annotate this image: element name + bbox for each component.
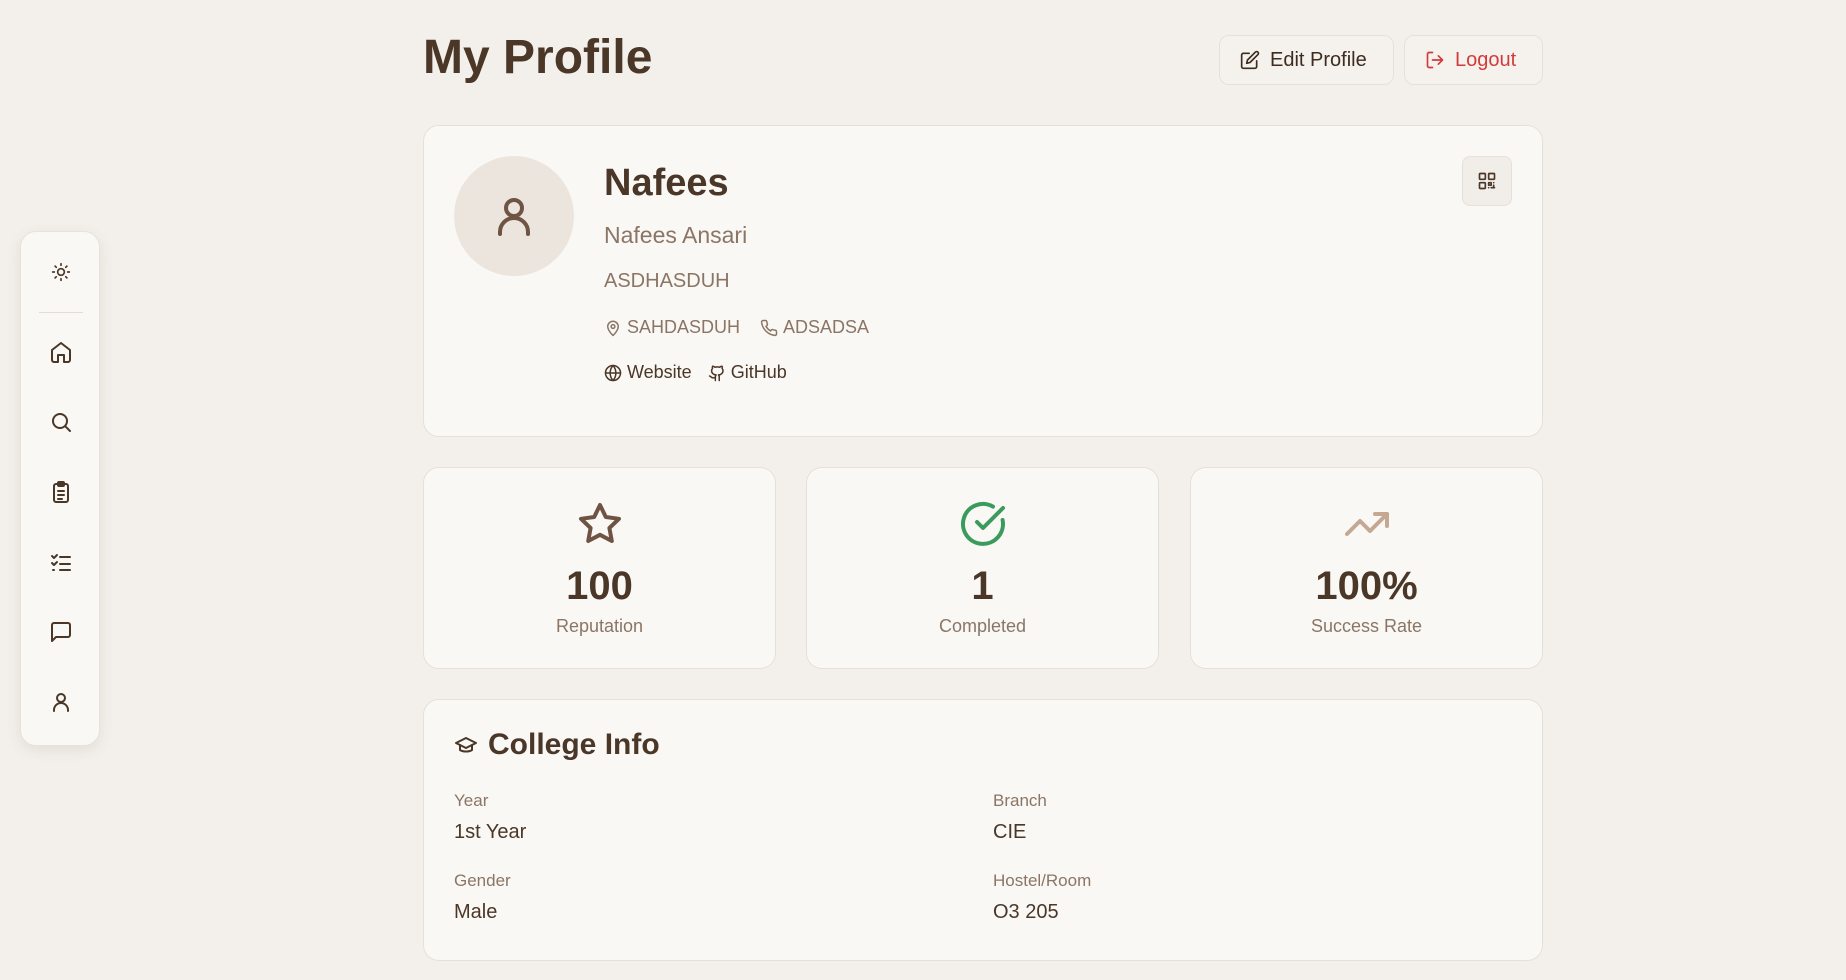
map-pin-icon bbox=[607, 320, 619, 336]
profile-links: Website GitHub bbox=[604, 362, 787, 383]
page-title: My Profile bbox=[423, 31, 653, 84]
college-info-card: College Info Year 1st Year Branch CIE Ge… bbox=[423, 699, 1543, 961]
profile-full-name: Nafees Ansari bbox=[604, 222, 748, 248]
sidebar-divider bbox=[39, 312, 83, 313]
year-value: 1st Year bbox=[454, 821, 527, 843]
sidebar bbox=[20, 231, 100, 746]
hostel-label: Hostel/Room bbox=[993, 871, 1092, 890]
github-label: GitHub bbox=[730, 362, 787, 382]
profile-meta: SAHDASDUH ADSADSA bbox=[604, 317, 869, 338]
edit-profile-label: Edit Profile bbox=[1270, 48, 1367, 71]
stat-value: 100 bbox=[566, 564, 633, 608]
message-icon bbox=[51, 622, 71, 642]
stat-card-reputation: 100 Reputation bbox=[423, 467, 776, 669]
qr-code-icon bbox=[1478, 172, 1496, 190]
profile-phone: ADSADSA bbox=[760, 317, 869, 338]
profile-name: Nafees bbox=[604, 162, 729, 204]
phone-icon bbox=[760, 319, 778, 336]
stat-label: Completed bbox=[938, 616, 1027, 636]
year-field: Year 1st Year bbox=[454, 791, 526, 844]
edit-icon bbox=[1240, 50, 1260, 70]
sidebar-item-home[interactable] bbox=[39, 330, 83, 374]
gender-field: Gender Male bbox=[454, 871, 511, 924]
github-link[interactable]: GitHub bbox=[708, 362, 787, 383]
check-circle-icon bbox=[960, 501, 1005, 546]
hostel-value: O3 205 bbox=[993, 901, 1059, 923]
stat-card-success-rate: 100% Success Rate bbox=[1190, 467, 1543, 669]
branch-field: Branch CIE bbox=[993, 791, 1047, 844]
sidebar-item-search[interactable] bbox=[39, 400, 83, 444]
sidebar-item-messages[interactable] bbox=[39, 610, 83, 654]
star-icon bbox=[578, 503, 621, 543]
phone-text: ADSADSA bbox=[783, 317, 870, 337]
search-icon bbox=[52, 413, 71, 432]
gender-value: Male bbox=[454, 901, 498, 923]
gender-label: Gender bbox=[454, 871, 511, 890]
logout-icon bbox=[1426, 51, 1444, 69]
theme-toggle-button[interactable] bbox=[39, 250, 83, 294]
website-label: Website bbox=[627, 362, 692, 382]
logout-button[interactable]: Logout bbox=[1404, 35, 1543, 85]
profile-card: Nafees Nafees Ansari ASDHASDUH SAHDASDUH… bbox=[423, 125, 1543, 437]
sidebar-item-tasks[interactable] bbox=[39, 470, 83, 514]
stat-value: 100% bbox=[1315, 564, 1418, 608]
trending-up-icon bbox=[1344, 512, 1389, 536]
profile-handle: ASDHASDUH bbox=[604, 270, 730, 292]
stat-label: Success Rate bbox=[1310, 616, 1423, 636]
user-icon bbox=[53, 693, 69, 712]
branch-value: CIE bbox=[993, 821, 1027, 843]
clipboard-icon bbox=[53, 481, 69, 503]
website-link[interactable]: Website bbox=[604, 362, 692, 383]
qr-code-button[interactable] bbox=[1462, 156, 1512, 206]
github-icon bbox=[708, 364, 724, 381]
year-label: Year bbox=[454, 791, 489, 810]
stat-card-completed: 1 Completed bbox=[806, 467, 1159, 669]
avatar bbox=[454, 156, 574, 276]
sun-icon bbox=[51, 262, 71, 282]
college-info-title: College Info bbox=[454, 728, 660, 762]
profile-location: SAHDASDUH bbox=[604, 317, 740, 338]
stat-label: Reputation bbox=[555, 616, 644, 636]
location-text: SAHDASDUH bbox=[627, 317, 741, 337]
checklist-icon bbox=[51, 554, 71, 571]
edit-profile-button[interactable]: Edit Profile bbox=[1219, 35, 1394, 85]
user-icon bbox=[498, 198, 530, 236]
hostel-field: Hostel/Room O3 205 bbox=[993, 871, 1091, 924]
graduation-cap-icon bbox=[455, 737, 477, 753]
home-icon bbox=[51, 342, 71, 363]
sidebar-item-checklist[interactable] bbox=[39, 540, 83, 584]
college-info-heading: College Info bbox=[488, 728, 660, 761]
logout-label: Logout bbox=[1455, 48, 1517, 71]
branch-label: Branch bbox=[993, 791, 1047, 810]
sidebar-item-profile[interactable] bbox=[39, 680, 83, 724]
globe-icon bbox=[604, 364, 622, 381]
stat-value: 1 bbox=[971, 564, 994, 608]
